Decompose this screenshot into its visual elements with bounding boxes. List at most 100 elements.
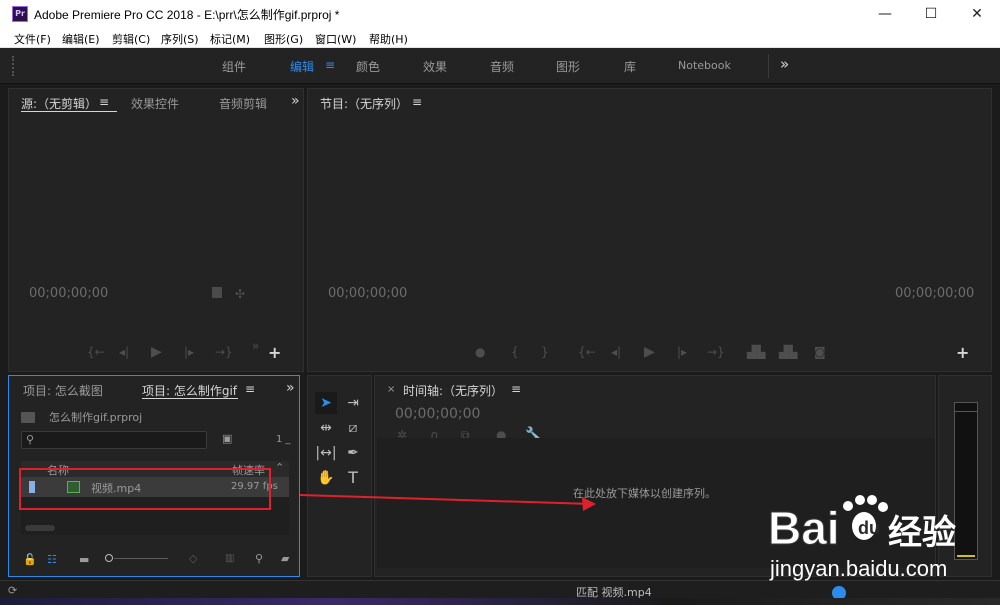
icon-view-icon[interactable]: ▬	[79, 553, 89, 566]
tools-panel: ➤ ⇥ ⇹ ⧄ |↔| ✒ ✋ T	[307, 375, 372, 577]
lock-icon[interactable]: 🔓	[23, 553, 37, 566]
project-file-name: 怎么制作gif.prproj	[49, 411, 143, 424]
mark-in-icon[interactable]: {	[511, 345, 519, 359]
maximize-button[interactable]: ☐	[908, 0, 954, 28]
tab-effect-controls[interactable]: 效果控件	[131, 95, 179, 112]
workspace-tab-libraries[interactable]: 库	[624, 58, 636, 75]
menu-help[interactable]: 帮助(H)	[369, 31, 408, 47]
svg-text:Bai: Bai	[768, 502, 840, 554]
step-back-icon[interactable]: ◂|	[611, 345, 621, 359]
project-overflow-icon[interactable]: »	[286, 380, 295, 396]
sort-icon[interactable]: ◇	[189, 552, 197, 565]
list-view-icon[interactable]: ☷	[47, 553, 57, 566]
workspace-tab-audio[interactable]: 音频	[490, 58, 514, 75]
grip-handle[interactable]	[12, 56, 16, 76]
workspace-divider	[768, 54, 769, 78]
play-icon[interactable]: ▶	[644, 344, 655, 360]
workspace-tab-notebook[interactable]: Notebook	[678, 59, 731, 72]
workspace-overflow-icon[interactable]: »	[780, 55, 789, 73]
title-bar: Pr Adobe Premiere Pro CC 2018 - E:\prr\怎…	[0, 0, 1000, 28]
tab-audio-clip-mixer[interactable]: 音频剪辑	[219, 95, 267, 112]
program-duration[interactable]: 00;00;00;00	[895, 286, 974, 301]
baidu-logo: Bai du 经验	[768, 495, 956, 554]
menu-graphics[interactable]: 图形(G)	[264, 31, 303, 47]
timeline-menu-icon[interactable]: ≡	[511, 382, 521, 396]
new-bin-icon[interactable]: ▰	[281, 552, 289, 565]
program-timecode[interactable]: 00;00;00;00	[328, 286, 407, 301]
extract-icon[interactable]: ▟▙	[779, 345, 797, 359]
search-icon: ⚲	[26, 433, 35, 446]
program-panel: 节目:（无序列） ≡ 00;00;00;00 00;00;00;00 ● { }…	[307, 88, 992, 372]
controls-overflow-icon[interactable]: »	[252, 339, 259, 353]
step-forward-icon[interactable]: |▸	[677, 345, 687, 359]
menu-window[interactable]: 窗口(W)	[315, 31, 356, 47]
menu-file[interactable]: 文件(F)	[14, 31, 51, 47]
lift-icon[interactable]: ▟▙	[747, 345, 765, 359]
step-back-icon[interactable]: ◂|	[119, 345, 129, 359]
menu-marker[interactable]: 标记(M)	[210, 31, 250, 47]
source-menu-icon[interactable]: ≡	[99, 95, 109, 109]
zoom-slider-track[interactable]	[114, 558, 168, 559]
workspace-tab-editing[interactable]: 编辑	[290, 58, 314, 75]
svg-text:经验: 经验	[888, 513, 956, 553]
menu-clip[interactable]: 剪辑(C)	[112, 31, 150, 47]
button-editor-add-icon[interactable]: +	[956, 343, 969, 362]
program-menu-icon[interactable]: ≡	[412, 95, 422, 109]
minimize-button[interactable]: —	[862, 0, 908, 28]
search-input[interactable]: ⚲	[21, 431, 207, 449]
horizontal-scrollbar[interactable]	[25, 525, 55, 531]
project-menu-icon[interactable]: ≡	[245, 382, 255, 396]
zoom-slider-handle[interactable]	[105, 554, 113, 562]
camera-icon[interactable]: ◙	[814, 345, 826, 359]
pen-icon[interactable]: ✒	[342, 442, 364, 464]
project-file-icon	[21, 412, 35, 423]
step-forward-icon[interactable]: |▸	[184, 345, 194, 359]
new-bin-folder-icon[interactable]: ▣	[222, 432, 232, 445]
source-timecode[interactable]: 00;00;00;00	[29, 286, 108, 301]
play-icon[interactable]: ▶	[151, 344, 162, 360]
tab-project-screenshot[interactable]: 项目: 怎么截图	[23, 382, 103, 399]
source-panel: 源:（无剪辑） ≡ 效果控件 音频剪辑 » 00;00;00;00 ✣ {← ◂…	[8, 88, 304, 372]
active-tab-underline	[142, 398, 238, 399]
source-overflow-icon[interactable]: »	[291, 93, 300, 109]
button-editor-add-icon[interactable]: +	[268, 343, 281, 362]
drag-audio-icon[interactable]: ✣	[235, 287, 245, 301]
razor-icon[interactable]: ⧄	[342, 417, 364, 439]
workspace-tab-color[interactable]: 颜色	[356, 58, 380, 75]
menu-sequence[interactable]: 序列(S)	[161, 31, 199, 47]
timeline-title[interactable]: 时间轴:（无序列）	[403, 382, 503, 399]
sort-chevron-icon[interactable]: ⌃	[275, 461, 284, 474]
window-title: Adobe Premiere Pro CC 2018 - E:\prr\怎么制作…	[34, 8, 340, 22]
mark-out-icon[interactable]: }	[541, 345, 549, 359]
item-count: 1 _	[276, 434, 291, 445]
close-icon[interactable]: ×	[387, 384, 395, 395]
track-select-icon[interactable]: ⇥	[342, 392, 364, 414]
selection-tool-icon[interactable]: ➤	[315, 392, 337, 414]
tab-project-gif[interactable]: 项目: 怎么制作gif	[142, 382, 237, 399]
watermark-url: jingyan.baidu.com	[770, 556, 948, 581]
ripple-edit-icon[interactable]: ⇹	[315, 417, 337, 439]
premiere-app-icon: Pr	[12, 6, 28, 22]
timeline-timecode[interactable]: 00;00;00;00	[395, 406, 480, 422]
tab-source[interactable]: 源:（无剪辑）	[21, 95, 97, 112]
mark-in-icon[interactable]: {←	[87, 345, 105, 359]
add-marker-icon[interactable]: ●	[475, 345, 485, 359]
svg-text:du: du	[858, 518, 880, 538]
slip-icon[interactable]: |↔|	[315, 442, 337, 464]
go-to-out-icon[interactable]: →}	[707, 345, 725, 359]
close-button[interactable]: ✕	[954, 0, 1000, 28]
workspace-bar: 组件 编辑 ≡ 颜色 效果 音频 图形 库 Notebook »	[0, 48, 1000, 84]
workspace-tab-assembly[interactable]: 组件	[222, 58, 246, 75]
drag-video-icon[interactable]	[212, 287, 222, 298]
menu-edit[interactable]: 编辑(E)	[62, 31, 100, 47]
program-title[interactable]: 节目:（无序列）	[320, 95, 408, 112]
workspace-menu-icon[interactable]: ≡	[325, 58, 335, 72]
go-to-in-icon[interactable]: {←	[578, 345, 596, 359]
workspace-tab-graphics[interactable]: 图形	[556, 58, 580, 75]
mark-out-icon[interactable]: →}	[215, 345, 233, 359]
sync-icon[interactable]: ⟳	[8, 584, 17, 597]
find-icon[interactable]: ⚲	[255, 552, 263, 565]
automate-to-sequence-icon[interactable]: ▥	[225, 553, 234, 564]
desktop-strip	[0, 598, 1000, 605]
workspace-tab-effects[interactable]: 效果	[423, 58, 447, 75]
